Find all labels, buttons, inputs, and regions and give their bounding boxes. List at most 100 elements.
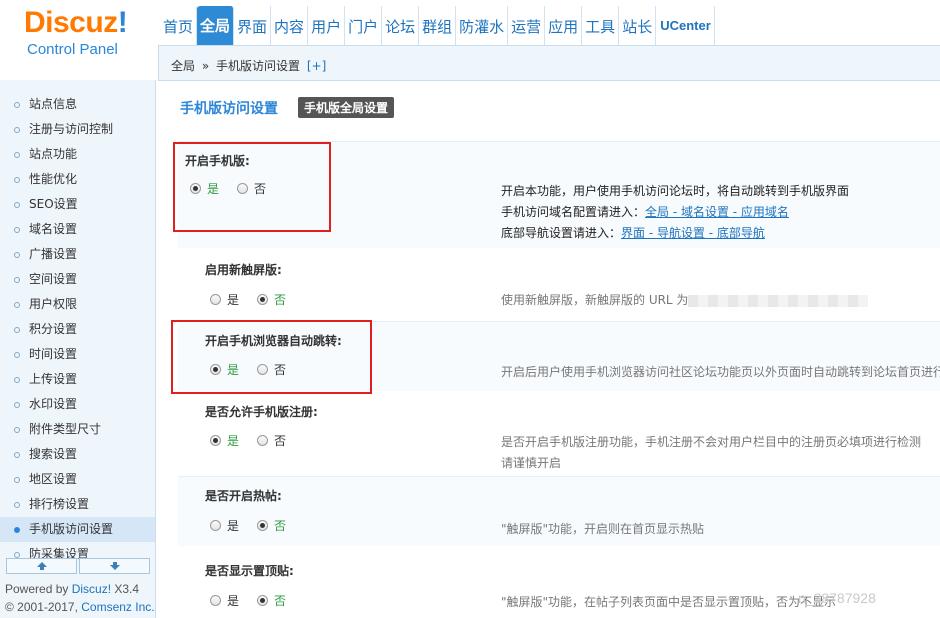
sidebar-item-label: SEO设置 (29, 197, 78, 211)
radio-no[interactable]: 否 (257, 432, 286, 449)
sidebar-item-label: 站点信息 (29, 97, 78, 111)
watermark-text: n_38787928 (798, 590, 876, 606)
nav-ucenter[interactable]: UCenter (656, 6, 715, 45)
nav-apps[interactable]: 应用 (545, 6, 583, 45)
bottom-nav-link[interactable]: 界面 - 导航设置 - 底部导航 (621, 226, 765, 240)
radio-yes[interactable]: 是 (210, 291, 239, 308)
radio-button[interactable] (210, 595, 221, 606)
blurred-url (688, 294, 869, 307)
tab-mobile-global-settings[interactable]: 手机版全局设置 (298, 97, 395, 118)
sidebar-item-mobile-access[interactable]: 手机版访问设置 (0, 517, 155, 542)
radio-button[interactable] (257, 595, 269, 606)
nav-tools[interactable]: 工具 (582, 6, 620, 45)
sidebar-item-register-access[interactable]: 注册与访问控制 (0, 117, 155, 142)
breadcrumb: 全局 » 手机版访问设置 [+] (171, 57, 329, 74)
arrow-down-icon (109, 562, 120, 570)
sidebar-item-performance[interactable]: 性能优化 (0, 167, 155, 192)
scroll-up-button[interactable] (6, 558, 77, 574)
domain-settings-link[interactable]: 全局 - 域名设置 - 应用域名 (645, 205, 789, 219)
footer-info: Powered by Discuz! X3.4 © 2001-2017, Com… (5, 580, 155, 616)
sidebar-scroll-controls (6, 558, 150, 574)
nav-antispam[interactable]: 防灌水 (456, 6, 509, 45)
logo-brand: Discuz (24, 6, 118, 39)
radio-no[interactable]: 否 (257, 592, 286, 609)
radio-button[interactable] (257, 435, 269, 446)
setting-description: "触屏版"功能，开启则在首页显示热贴 (501, 522, 705, 536)
sidebar-item-upload[interactable]: 上传设置 (0, 367, 155, 392)
radio-yes[interactable]: 是 (210, 592, 239, 609)
sidebar-item-ranking[interactable]: 排行榜设置 (0, 492, 155, 517)
nav-groups[interactable]: 群组 (419, 6, 457, 45)
discuz-logo[interactable]: Discuz! Control Panel (0, 0, 150, 80)
desc-text: 使用新触屏版，新触屏版的 URL 为 (501, 293, 689, 307)
bullet-icon (14, 376, 20, 383)
sidebar-item-time[interactable]: 时间设置 (0, 342, 155, 367)
discuz-link[interactable]: Discuz! (72, 582, 111, 596)
radio-no[interactable]: 否 (257, 517, 286, 534)
bullet-icon (14, 326, 20, 333)
radio-label: 是 (227, 434, 240, 448)
sidebar-item-region[interactable]: 地区设置 (0, 467, 155, 492)
desc-prefix: 底部导航设置请进入： (501, 226, 622, 240)
nav-forum[interactable]: 论坛 (382, 6, 420, 45)
nav-global[interactable]: 全局 (197, 6, 235, 45)
radio-group: 是 否 (210, 432, 304, 449)
radio-button[interactable] (210, 294, 221, 305)
scroll-down-button[interactable] (79, 558, 150, 574)
sidebar-item-broadcast[interactable]: 广播设置 (0, 242, 155, 267)
sidebar-item-site-info[interactable]: 站点信息 (0, 92, 155, 117)
radio-button[interactable] (257, 294, 269, 305)
bullet-icon (14, 451, 20, 458)
sidebar-item-domain[interactable]: 域名设置 (0, 217, 155, 242)
sidebar-item-credits[interactable]: 积分设置 (0, 317, 155, 342)
sidebar-item-space[interactable]: 空间设置 (0, 267, 155, 292)
powered-by: Powered by Discuz! X3.4 (5, 580, 155, 598)
sidebar-item-site-features[interactable]: 站点功能 (0, 142, 155, 167)
sidebar-item-permissions[interactable]: 用户权限 (0, 292, 155, 317)
desc-line: 请谨慎开启 (501, 456, 562, 470)
sidebar-item-label: 积分设置 (29, 322, 78, 336)
sidebar-item-watermark[interactable]: 水印设置 (0, 392, 155, 417)
radio-group: 是 否 (210, 592, 304, 609)
add-shortcut-button[interactable]: [+] (307, 59, 326, 73)
nav-portal[interactable]: 门户 (345, 6, 383, 45)
breadcrumb-current: 手机版访问设置 (216, 59, 301, 73)
radio-button[interactable] (210, 520, 221, 531)
sidebar: 站点信息 注册与访问控制 站点功能 性能优化 SEO设置 域名设置 广播设置 空… (0, 80, 156, 618)
nav-interface[interactable]: 界面 (234, 6, 272, 45)
bullet-icon (14, 401, 20, 408)
nav-home[interactable]: 首页 (160, 6, 198, 45)
bullet-icon (14, 201, 20, 208)
sidebar-item-seo[interactable]: SEO设置 (0, 192, 155, 217)
nav-users[interactable]: 用户 (308, 6, 346, 45)
bullet-icon (14, 526, 20, 533)
nav-content[interactable]: 内容 (271, 6, 309, 45)
main-content: 手机版访问设置 手机版全局设置 开启手机版: 是 否 开启本功能，用户使用手机访… (158, 81, 940, 618)
sidebar-menu: 站点信息 注册与访问控制 站点功能 性能优化 SEO设置 域名设置 广播设置 空… (0, 92, 155, 567)
title-row: 手机版访问设置 手机版全局设置 (180, 97, 395, 118)
sidebar-item-label: 空间设置 (29, 272, 78, 286)
radio-yes[interactable]: 是 (210, 517, 239, 534)
sidebar-item-search[interactable]: 搜索设置 (0, 442, 155, 467)
sidebar-item-label: 用户权限 (29, 297, 78, 311)
sidebar-item-label: 广播设置 (29, 247, 78, 261)
setting-description: 使用新触屏版，新触屏版的 URL 为 (501, 290, 869, 311)
breadcrumb-bar: 全局 » 手机版访问设置 [+] (158, 45, 940, 81)
setting-sticky-threads: 是否显示置顶贴: 是 否 "触屏版"功能，在帖子列表页面中是否显示置顶贴，否为不… (158, 546, 940, 618)
radio-yes[interactable]: 是 (210, 432, 239, 449)
bullet-icon (14, 226, 20, 233)
breadcrumb-root[interactable]: 全局 (171, 59, 195, 73)
highlight-box (171, 320, 372, 394)
radio-no[interactable]: 否 (257, 291, 286, 308)
desc-prefix: 手机访问域名配置请进入： (501, 205, 646, 219)
radio-button[interactable] (257, 520, 269, 531)
nav-webmaster[interactable]: 站长 (619, 6, 657, 45)
radio-button[interactable] (210, 435, 221, 446)
logo-subtitle: Control Panel (27, 41, 118, 58)
sidebar-item-attachment-types[interactable]: 附件类型尺寸 (0, 417, 155, 442)
setting-label: 是否开启热帖: (205, 489, 282, 503)
radio-label: 否 (274, 594, 287, 608)
comsenz-link[interactable]: Comsenz Inc. (81, 600, 154, 614)
nav-operations[interactable]: 运营 (508, 6, 546, 45)
sidebar-item-label: 附件类型尺寸 (29, 422, 102, 436)
